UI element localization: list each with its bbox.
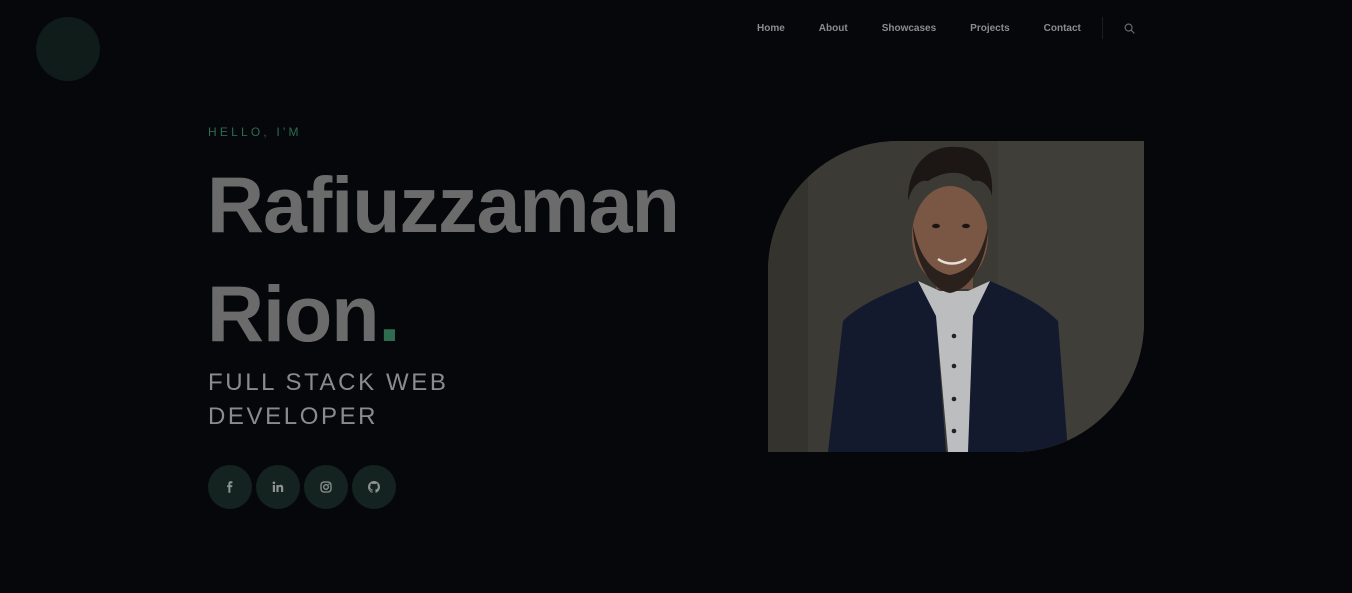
- github-icon: [368, 481, 380, 493]
- nav-contact-link[interactable]: Contact: [1044, 23, 1081, 34]
- profile-photo-illustration: [768, 141, 1144, 452]
- nav-projects-link[interactable]: Projects: [970, 23, 1009, 34]
- facebook-link[interactable]: [208, 465, 252, 509]
- nav-home-link[interactable]: Home: [757, 23, 785, 34]
- github-link[interactable]: [352, 465, 396, 509]
- social-links: [208, 465, 400, 509]
- linkedin-icon: [272, 481, 284, 493]
- nav-divider: [1101, 17, 1103, 39]
- greeting: HELLO, I'M: [208, 125, 302, 139]
- role-title: FULL STACK WEB DEVELOPER: [208, 369, 449, 430]
- name-accent-dot: .: [378, 269, 401, 358]
- search-icon[interactable]: [1123, 21, 1137, 35]
- nav-showcases-link[interactable]: Showcases: [882, 23, 936, 34]
- main-nav: Home About Showcases Projects Contact: [740, 17, 1137, 39]
- nav-about-link[interactable]: About: [819, 23, 848, 34]
- name-last: Rion: [207, 269, 380, 358]
- instagram-link[interactable]: [304, 465, 348, 509]
- facebook-icon: [224, 481, 236, 493]
- page: Home About Showcases Projects Contact HE…: [0, 0, 1352, 593]
- name-first: Rafiuzzaman: [207, 160, 680, 249]
- profile-photo: [768, 141, 1144, 452]
- instagram-icon: [320, 481, 332, 493]
- name-last-line: Rion.: [207, 274, 400, 353]
- logo[interactable]: [36, 17, 100, 81]
- linkedin-link[interactable]: [256, 465, 300, 509]
